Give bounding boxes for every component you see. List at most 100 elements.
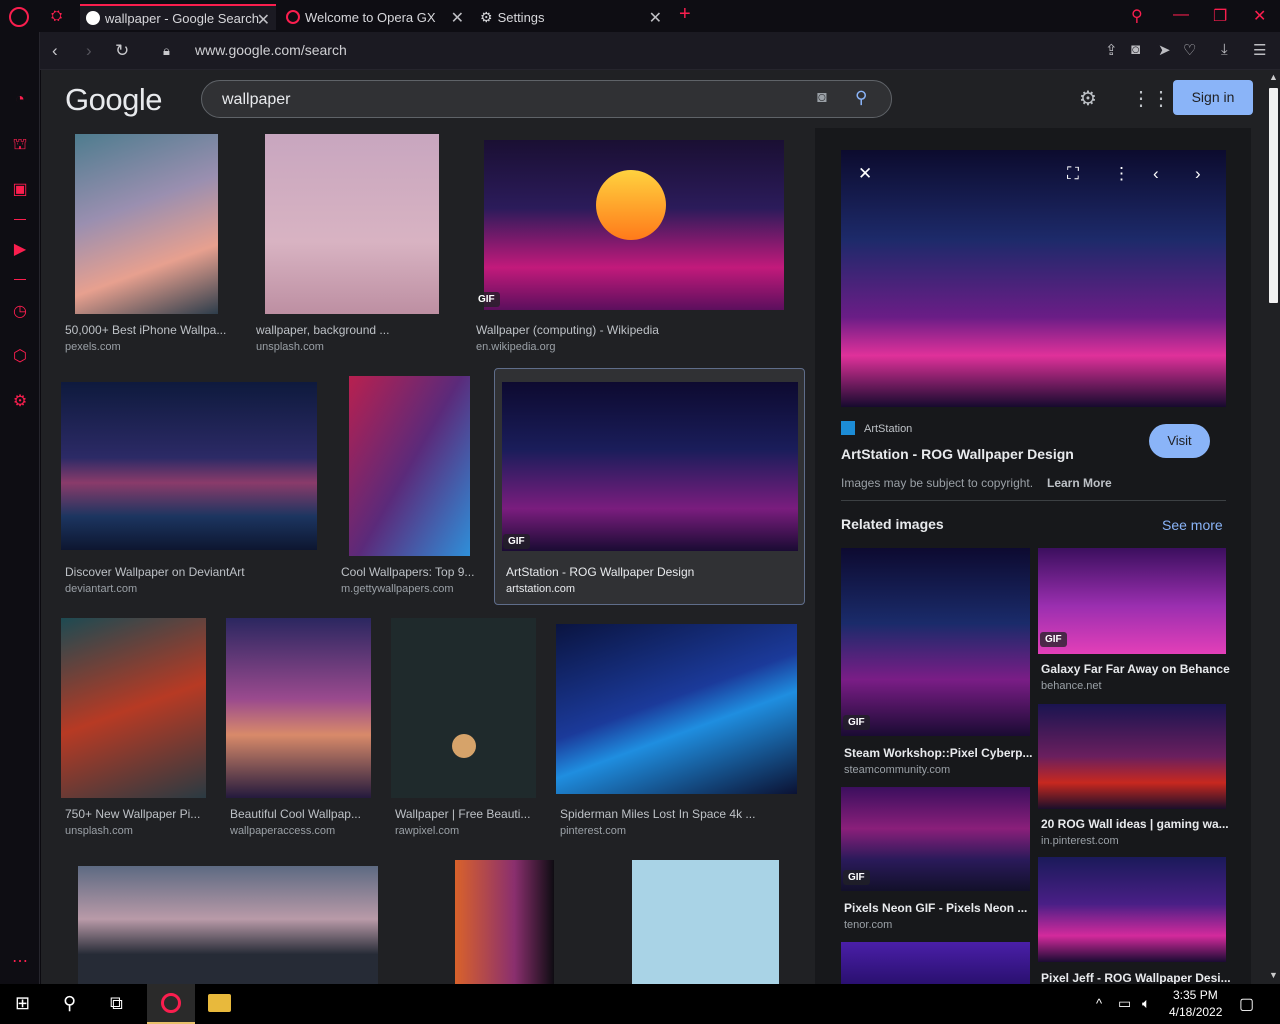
learn-more-link[interactable]: Learn More [1047, 476, 1112, 490]
clock-date[interactable]: 4/18/2022 [1169, 1005, 1222, 1019]
forward-icon[interactable]: › [86, 41, 92, 61]
search-icon[interactable]: ⚲ [63, 993, 76, 1014]
related-source[interactable]: steamcommunity.com [844, 764, 950, 776]
related-title[interactable]: Galaxy Far Far Away on Behance [1041, 662, 1230, 676]
result-image[interactable] [78, 866, 378, 984]
related-image[interactable] [841, 548, 1030, 736]
result-source[interactable]: unsplash.com [256, 341, 324, 353]
scroll-down-icon[interactable]: ▼ [1269, 970, 1278, 980]
related-title[interactable]: 20 ROG Wall ideas | gaming wa... [1041, 817, 1229, 831]
related-title[interactable]: Pixel Jeff - ROG Wallpaper Desi... [1041, 971, 1231, 984]
related-image[interactable] [1038, 704, 1226, 809]
result-source[interactable]: unsplash.com [65, 825, 133, 837]
menu-icon[interactable]: ☰ [1253, 41, 1266, 59]
result-image[interactable] [484, 140, 784, 310]
google-logo[interactable]: Google [65, 82, 162, 118]
result-title[interactable]: Beautiful Cool Wallpap... [230, 807, 361, 821]
result-image[interactable] [75, 134, 218, 314]
show-hidden-icons-icon[interactable]: ^ [1096, 996, 1102, 1011]
see-more-link[interactable]: See more [1162, 517, 1223, 533]
tab-settings[interactable]: ⚙ Settings ✕ [474, 4, 668, 30]
preview-title[interactable]: ArtStation - ROG Wallpaper Design [841, 446, 1074, 462]
result-image[interactable] [226, 618, 371, 798]
camera-icon[interactable]: ◙ [1131, 41, 1140, 58]
clock-time[interactable]: 3:35 PM [1173, 988, 1218, 1002]
related-title[interactable]: Pixels Neon GIF - Pixels Neon ... [844, 901, 1027, 915]
scrollbar-thumb[interactable] [1269, 88, 1278, 303]
close-window-icon[interactable]: ✕ [1253, 6, 1266, 26]
tab-opera-gx[interactable]: Welcome to Opera GX ✕ [280, 4, 470, 30]
maximize-icon[interactable]: ❐ [1213, 6, 1227, 26]
previous-icon[interactable]: ‹ [1153, 164, 1159, 184]
close-preview-icon[interactable]: ✕ [858, 164, 872, 184]
result-source[interactable]: en.wikipedia.org [476, 341, 556, 353]
search-tabs-icon[interactable]: ⚲ [1131, 6, 1143, 26]
gx-controller-icon[interactable]: ⛭ [51, 7, 62, 24]
close-tab-icon[interactable]: ✕ [451, 8, 464, 28]
result-image[interactable] [265, 134, 439, 314]
related-source[interactable]: tenor.com [844, 919, 892, 931]
result-image[interactable] [61, 382, 317, 550]
share-icon[interactable]: ⇪ [1105, 41, 1118, 59]
search-box[interactable]: wallpaper ◙ ⚲ [201, 80, 892, 118]
related-image[interactable] [1038, 857, 1226, 962]
next-icon[interactable]: › [1195, 164, 1201, 184]
visit-button[interactable]: Visit [1149, 424, 1210, 458]
sign-in-button[interactable]: Sign in [1173, 80, 1253, 115]
tab-google-search[interactable]: wallpaper - Google Search ✕ [80, 4, 276, 30]
search-icon[interactable]: ⚲ [855, 88, 867, 108]
close-tab-icon[interactable]: ✕ [649, 8, 662, 28]
file-explorer-icon[interactable] [208, 994, 231, 1012]
more-options-icon[interactable]: ⋮ [1113, 164, 1130, 184]
scroll-up-icon[interactable]: ▲ [1269, 72, 1278, 82]
twitch-icon[interactable]: ▣ [10, 180, 30, 200]
result-image[interactable] [502, 382, 798, 551]
bag-icon[interactable]: ⛫ [10, 135, 30, 155]
result-title[interactable]: 750+ New Wallpaper Pi... [65, 807, 200, 821]
result-title[interactable]: Wallpaper (computing) - Wikipedia [476, 323, 659, 337]
minimize-icon[interactable]: — [1173, 6, 1189, 24]
result-source[interactable]: pexels.com [65, 341, 121, 353]
result-title[interactable]: ArtStation - ROG Wallpaper Design [506, 565, 694, 579]
result-image[interactable] [391, 618, 536, 798]
download-icon[interactable]: ⤓ [1221, 41, 1228, 58]
related-source[interactable]: in.pinterest.com [1041, 835, 1119, 847]
opera-gx-taskbar-button[interactable] [147, 984, 195, 1024]
camera-search-icon[interactable]: ◙ [817, 89, 827, 107]
more-dots-icon[interactable]: ⋯ [10, 952, 30, 972]
result-title[interactable]: 50,000+ Best iPhone Wallpa... [65, 323, 226, 337]
settings-icon[interactable]: ⚙ [1079, 86, 1097, 111]
preview-image[interactable] [841, 150, 1226, 407]
extensions-cube-icon[interactable]: ⬡ [10, 347, 30, 367]
result-source[interactable]: pinterest.com [560, 825, 626, 837]
back-icon[interactable]: ‹ [52, 41, 58, 61]
new-tab-button[interactable]: + [679, 3, 691, 26]
settings-gear-icon[interactable]: ⚙ [10, 392, 30, 412]
search-input[interactable]: wallpaper [222, 91, 290, 109]
send-icon[interactable]: ➤ [1158, 41, 1171, 59]
result-title[interactable]: Wallpaper | Free Beauti... [395, 807, 530, 821]
volume-icon[interactable]: 🔈︎ [1142, 995, 1150, 1012]
task-view-icon[interactable]: ⧉ [110, 993, 123, 1014]
windows-start-icon[interactable]: ⊞ [15, 993, 30, 1014]
notifications-icon[interactable]: ▢ [1239, 994, 1254, 1014]
speed-dial-icon[interactable]: ◔ [10, 90, 30, 110]
close-tab-icon[interactable]: ✕ [257, 10, 270, 30]
heart-icon[interactable]: ♡ [1183, 41, 1196, 59]
history-icon[interactable]: ◷ [10, 302, 30, 322]
reload-icon[interactable]: ↻ [115, 41, 129, 61]
player-icon[interactable]: ▶ [10, 240, 30, 260]
url-field[interactable]: www.google.com/search [195, 42, 347, 58]
result-source[interactable]: m.gettywallpapers.com [341, 583, 454, 595]
opera-logo-icon[interactable] [9, 7, 29, 27]
result-image[interactable] [632, 860, 779, 984]
site-name[interactable]: ArtStation [864, 423, 912, 435]
result-source[interactable]: deviantart.com [65, 583, 137, 595]
network-icon[interactable]: ▭ [1118, 995, 1131, 1012]
result-image[interactable] [455, 860, 554, 984]
result-title[interactable]: Discover Wallpaper on DeviantArt [65, 565, 245, 579]
result-source[interactable]: wallpaperaccess.com [230, 825, 335, 837]
result-image[interactable] [61, 618, 206, 798]
result-title[interactable]: wallpaper, background ... [256, 323, 389, 337]
result-title[interactable]: Spiderman Miles Lost In Space 4k ... [560, 807, 755, 821]
